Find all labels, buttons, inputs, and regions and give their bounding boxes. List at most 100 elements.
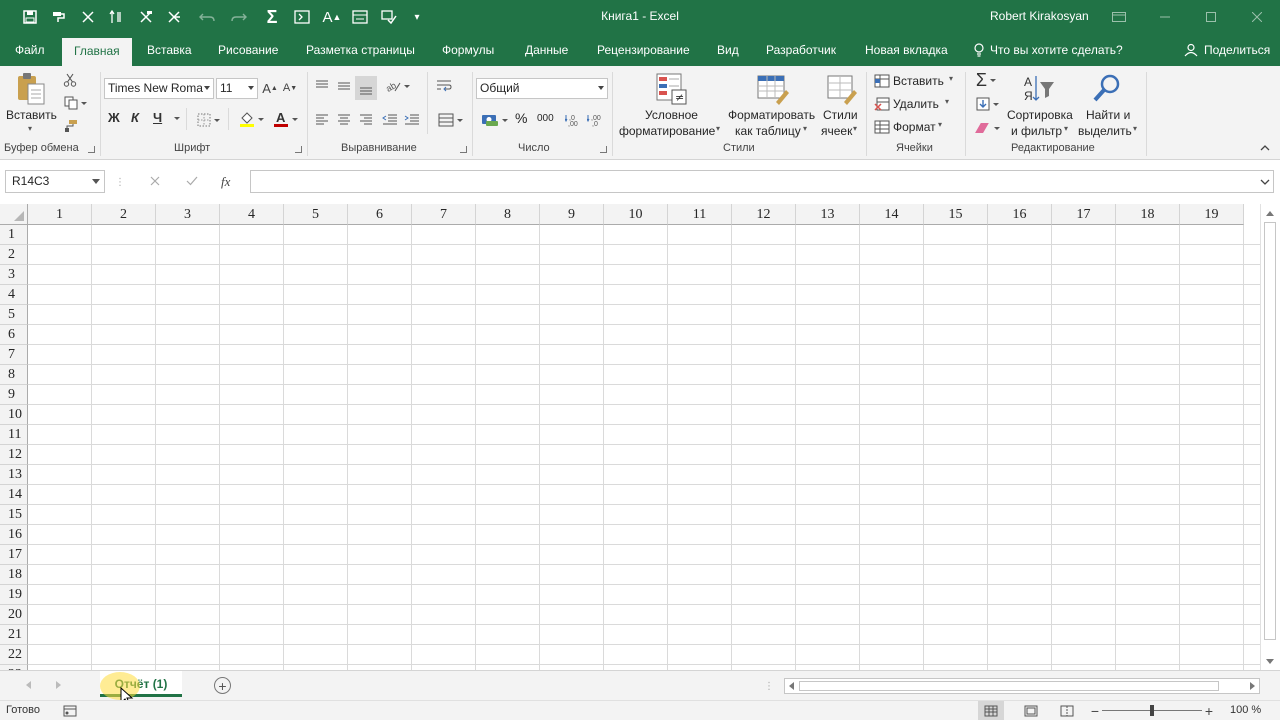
tab-formulas[interactable]: Формулы (442, 34, 494, 66)
find-select-icon[interactable] (1090, 72, 1124, 106)
find-select-dropdown-icon[interactable]: ▾ (1133, 124, 1137, 133)
insert-cells-icon[interactable] (873, 72, 891, 90)
clear-format-qat-icon[interactable] (78, 7, 98, 27)
delete-cells-dropdown-icon[interactable]: ▾ (945, 97, 949, 106)
align-right-icon[interactable] (356, 110, 376, 130)
sort-filter-label-2[interactable]: и фильтр (1011, 124, 1062, 138)
check-qat-icon[interactable] (378, 7, 400, 27)
row-header[interactable]: 19 (0, 585, 28, 605)
scroll-right-icon[interactable] (1247, 681, 1257, 691)
scroll-up-icon[interactable] (1264, 208, 1276, 218)
find-select-label-2[interactable]: выделить (1078, 124, 1132, 138)
column-header[interactable]: 10 (604, 204, 668, 225)
row-header[interactable]: 6 (0, 325, 28, 345)
row-header[interactable]: 16 (0, 525, 28, 545)
format-cells-icon[interactable] (873, 118, 891, 136)
macro-record-icon[interactable] (62, 704, 78, 718)
sort-filter-icon[interactable]: АЯ (1022, 72, 1056, 106)
tell-me-box[interactable]: Что вы хотите сделать? (974, 34, 1123, 66)
insert-function-qat-icon[interactable] (292, 7, 312, 27)
font-size-combo[interactable]: 11 (216, 78, 258, 99)
name-box[interactable]: R14C3 (5, 170, 105, 193)
column-header[interactable]: 3 (156, 204, 220, 225)
merge-center-icon[interactable] (434, 110, 466, 130)
grow-font-icon[interactable]: A ▲ (262, 78, 278, 98)
find-select-label-1[interactable]: Найти и (1086, 108, 1130, 122)
row-header[interactable]: 21 (0, 625, 28, 645)
row-header[interactable]: 5 (0, 305, 28, 325)
formula-input[interactable] (250, 170, 1274, 193)
underline-button[interactable]: Ч (153, 110, 162, 125)
zoom-in-icon[interactable]: + (1203, 703, 1215, 719)
italic-button[interactable]: К (131, 110, 139, 125)
increase-indent-icon[interactable] (402, 110, 422, 130)
column-header[interactable]: 15 (924, 204, 988, 225)
paste-icon[interactable] (14, 72, 48, 106)
minimize-icon[interactable] (1142, 0, 1188, 34)
align-qat-icon[interactable] (106, 7, 126, 27)
font-launcher-icon[interactable] (295, 146, 302, 153)
column-header[interactable]: 4 (220, 204, 284, 225)
user-name[interactable]: Robert Kirakosyan (990, 9, 1089, 23)
insert-function-button[interactable]: fx (221, 174, 230, 190)
column-header[interactable]: 11 (668, 204, 732, 225)
decrease-decimal-icon[interactable]: ,00,0 (586, 110, 606, 130)
normal-view-icon[interactable] (978, 701, 1004, 720)
cell-styles-label-1[interactable]: Стили (823, 108, 858, 122)
row-header[interactable]: 20 (0, 605, 28, 625)
row-header[interactable]: 4 (0, 285, 28, 305)
page-break-view-icon[interactable] (1054, 701, 1080, 720)
sort-filter-label-1[interactable]: Сортировка (1007, 108, 1073, 122)
tab-draw[interactable]: Рисование (218, 34, 278, 66)
row-header[interactable]: 11 (0, 425, 28, 445)
insert-cells-dropdown-icon[interactable]: ▾ (949, 74, 953, 83)
bold-button[interactable]: Ж (108, 110, 120, 125)
conditional-formatting-label-1[interactable]: Условное (645, 108, 698, 122)
delete-cells-icon[interactable] (873, 95, 891, 113)
column-header[interactable]: 8 (476, 204, 540, 225)
horizontal-scrollbar[interactable] (784, 678, 1260, 694)
row-header[interactable]: 10 (0, 405, 28, 425)
vertical-scrollbar[interactable] (1260, 204, 1280, 670)
redo-icon[interactable] (226, 7, 252, 27)
maximize-icon[interactable] (1188, 0, 1234, 34)
horizontal-scroll-thumb[interactable] (799, 681, 1219, 691)
scroll-down-icon[interactable] (1264, 656, 1276, 666)
decrease-indent-icon[interactable] (380, 110, 400, 130)
customize-qat-icon[interactable]: ▾ (410, 7, 424, 27)
prev-sheet-icon[interactable] (22, 679, 34, 691)
thousands-button[interactable]: 000 (537, 113, 554, 124)
column-header[interactable]: 2 (92, 204, 156, 225)
orientation-icon[interactable]: ab (382, 76, 412, 96)
format-cells-dropdown-icon[interactable]: ▾ (938, 120, 942, 129)
cut-qat-icon[interactable] (164, 7, 184, 27)
tab-data[interactable]: Данные (525, 34, 568, 66)
align-bottom-icon[interactable] (355, 76, 377, 100)
tab-new[interactable]: Новая вкладка (865, 34, 948, 66)
collapse-ribbon-icon[interactable] (1258, 142, 1272, 154)
row-header[interactable]: 15 (0, 505, 28, 525)
fill-down-icon[interactable] (972, 94, 1002, 114)
conditional-formatting-dropdown-icon[interactable]: ▾ (716, 124, 720, 133)
format-cells-button[interactable]: Формат (893, 120, 936, 134)
cell-styles-label-2[interactable]: ячеек (821, 124, 852, 138)
format-painter-icon[interactable] (60, 116, 80, 136)
format-as-table-label-1[interactable]: Форматировать (728, 108, 815, 122)
increase-decimal-icon[interactable]: ,0,00 (564, 110, 584, 130)
row-header[interactable]: 12 (0, 445, 28, 465)
column-header[interactable]: 9 (540, 204, 604, 225)
save-icon[interactable] (20, 7, 40, 27)
format-painter-qat-icon[interactable] (48, 7, 70, 27)
font-color-icon[interactable]: A (270, 108, 300, 130)
sort-filter-dropdown-icon[interactable]: ▾ (1064, 124, 1068, 133)
paste-dropdown-icon[interactable]: ▾ (28, 124, 32, 133)
row-header[interactable]: 3 (0, 265, 28, 285)
number-format-combo[interactable]: Общий (476, 78, 608, 99)
tab-split-grip-icon[interactable]: ⋮ (764, 679, 774, 693)
cell-styles-icon[interactable] (826, 72, 858, 106)
percent-button[interactable]: % (515, 110, 527, 126)
align-left-icon[interactable] (312, 110, 332, 130)
column-header[interactable]: 16 (988, 204, 1052, 225)
accounting-format-icon[interactable] (478, 110, 510, 130)
format-as-table-label-2[interactable]: как таблицу (735, 124, 801, 138)
